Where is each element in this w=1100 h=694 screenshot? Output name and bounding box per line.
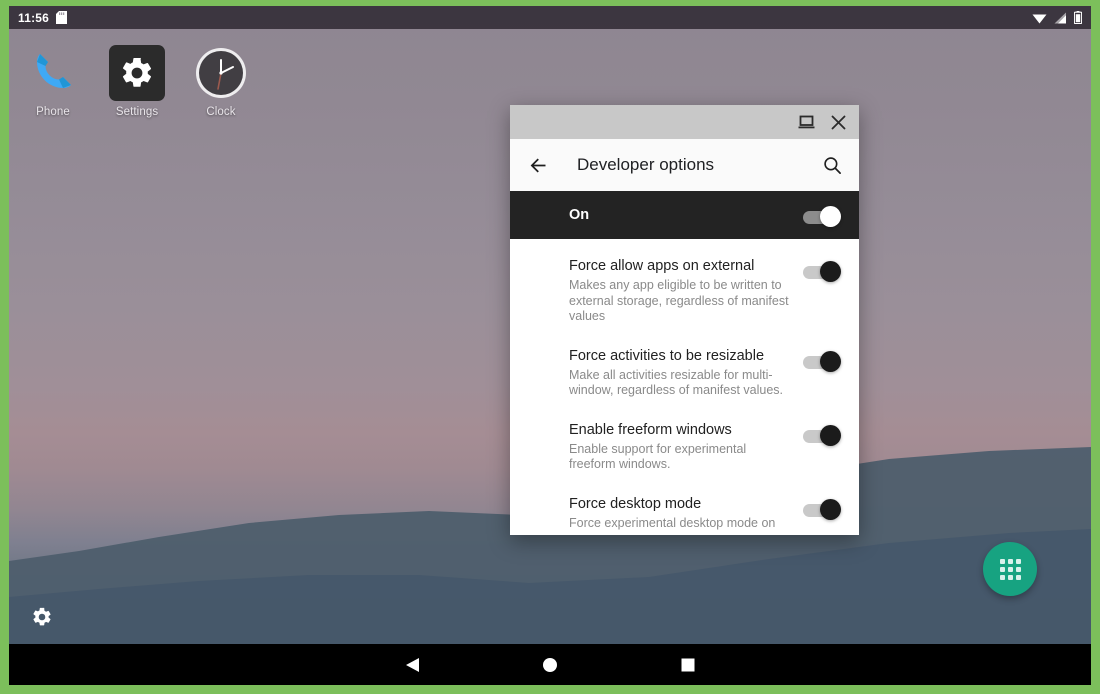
- close-window-button[interactable]: [822, 106, 854, 138]
- list-item[interactable]: Force allow apps on external Makes any a…: [510, 246, 859, 336]
- phone-icon-art: [25, 45, 81, 101]
- setting-title: Force desktop mode: [569, 495, 702, 512]
- setting-toggle-switch[interactable]: [803, 424, 841, 447]
- setting-texts: Force desktop mode Force experimental de…: [569, 495, 803, 532]
- setting-toggle-switch[interactable]: [803, 261, 841, 283]
- page-title: Developer options: [577, 155, 715, 174]
- app-icon-clock[interactable]: Clock: [179, 45, 263, 118]
- setting-description: Force experimental desktop mode on: [569, 515, 776, 530]
- developer-options-master-row[interactable]: On: [510, 191, 859, 239]
- status-bar: 11:56: [9, 6, 1091, 29]
- apps-grid-icon: [999, 558, 1021, 580]
- back-button[interactable]: [523, 150, 553, 180]
- setting-texts: Force activities to be resizable Make al…: [569, 347, 803, 399]
- recents-square-icon: [681, 658, 695, 671]
- restore-window-button[interactable]: [790, 106, 822, 138]
- switch-knob: [820, 350, 841, 372]
- list-item[interactable]: Enable freeform windows Enable support f…: [510, 410, 859, 484]
- sd-card-icon: [56, 11, 68, 24]
- status-bar-left: 11:56: [18, 10, 68, 25]
- search-icon: [823, 156, 841, 174]
- clock-icon: [196, 48, 246, 98]
- clock-icon-art: [193, 45, 249, 101]
- list-item[interactable]: Force desktop mode Force experimental de…: [510, 484, 859, 536]
- app-label-clock: Clock: [206, 106, 236, 118]
- status-clock: 11:56: [18, 10, 50, 25]
- back-arrow-icon: [530, 158, 545, 172]
- nav-back-button[interactable]: [343, 644, 481, 685]
- switch-knob: [820, 498, 841, 520]
- switch-knob: [820, 261, 841, 282]
- developer-options-window: Developer options On Force allow apps on…: [510, 105, 859, 535]
- battery-icon: [1074, 11, 1082, 24]
- setting-toggle-switch[interactable]: [803, 498, 841, 521]
- restore-window-icon: [798, 115, 814, 128]
- setting-toggle-switch[interactable]: [803, 350, 841, 373]
- setting-description: Enable support for experimental freeform…: [569, 441, 747, 472]
- setting-texts: Enable freeform windows Enable support f…: [569, 421, 803, 473]
- gear-icon: [33, 607, 51, 626]
- device-screen: 11:56 Phone Settings Clock Developer opt…: [9, 6, 1091, 685]
- window-title-bar[interactable]: [510, 105, 859, 139]
- cell-signal-icon: [1054, 12, 1066, 23]
- app-bar: Developer options: [510, 139, 859, 191]
- app-icon-phone[interactable]: Phone: [11, 45, 95, 118]
- wifi-icon: [1032, 14, 1047, 23]
- search-button[interactable]: [817, 150, 847, 180]
- nav-recents-button[interactable]: [619, 644, 757, 685]
- back-triangle-icon: [405, 657, 419, 672]
- app-label-phone: Phone: [36, 106, 70, 118]
- switch-knob: [820, 206, 841, 227]
- settings-icon-art: [109, 45, 165, 101]
- setting-description: Make all activities resizable for multi-…: [569, 367, 783, 398]
- navigation-bar: [9, 644, 1091, 685]
- nav-home-button[interactable]: [481, 644, 619, 685]
- status-bar-right: [1032, 11, 1082, 24]
- master-toggle-switch[interactable]: [803, 206, 841, 228]
- screenshot-frame: 11:56 Phone Settings Clock Developer opt…: [0, 0, 1100, 694]
- developer-options-list[interactable]: Force allow apps on external Makes any a…: [510, 239, 859, 535]
- setting-title: Force activities to be resizable: [569, 347, 765, 364]
- phone-icon: [37, 54, 71, 88]
- app-drawer-button[interactable]: [983, 542, 1037, 596]
- gear-icon: [122, 57, 152, 87]
- setting-description: Makes any app eligible to be written to …: [569, 278, 789, 323]
- app-label-settings: Settings: [115, 106, 159, 118]
- home-circle-icon: [543, 657, 557, 672]
- setting-title: Force allow apps on external: [569, 258, 755, 274]
- close-icon: [831, 115, 845, 129]
- switch-knob: [820, 424, 841, 446]
- master-switch-label: On: [569, 207, 590, 223]
- list-item[interactable]: Force activities to be resizable Make al…: [510, 336, 859, 410]
- setting-texts: Force allow apps on external Makes any a…: [569, 257, 803, 325]
- app-icon-settings[interactable]: Settings: [95, 45, 179, 118]
- home-settings-shortcut[interactable]: [25, 600, 59, 634]
- setting-title: Enable freeform windows: [569, 421, 732, 438]
